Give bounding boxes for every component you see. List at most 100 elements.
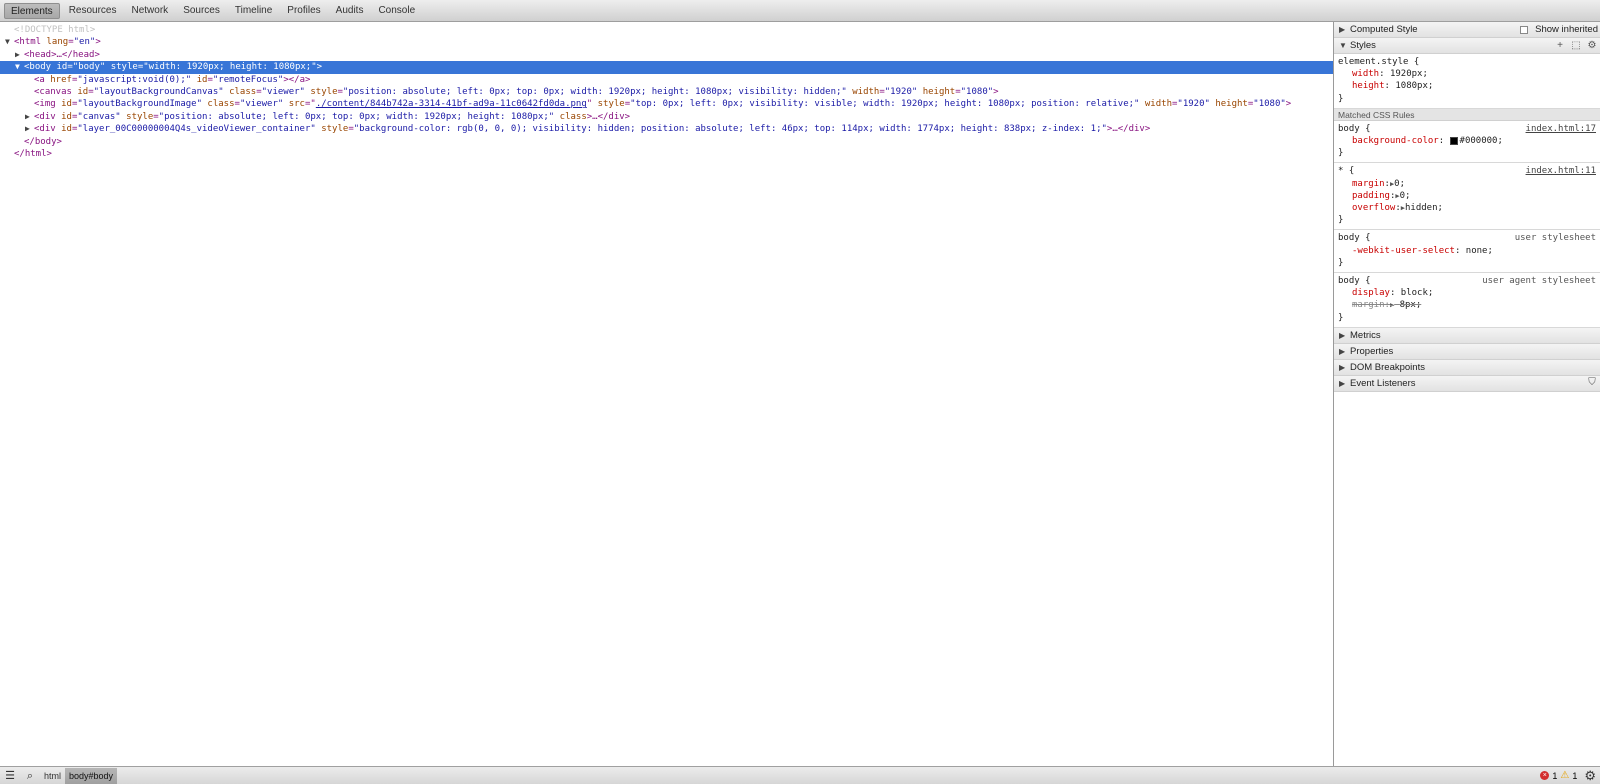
- tree-node-canvas[interactable]: <canvas id="layoutBackgroundCanvas" clas…: [0, 86, 1333, 98]
- show-inherited-checkbox[interactable]: [1520, 25, 1529, 34]
- property-value: 0;: [1394, 178, 1405, 189]
- dock-toggle-icon[interactable]: ☰: [0, 768, 20, 784]
- attr-value: "top: 0px; left: 0px; visibility: visibl…: [630, 99, 1140, 110]
- body-rule[interactable]: body { index.html:17 background-color: #…: [1334, 121, 1600, 164]
- img-tag: <img: [34, 99, 56, 110]
- expand-triangle-icon[interactable]: ▼: [5, 36, 13, 48]
- collapse-triangle-icon: ▶: [1339, 25, 1346, 34]
- attr-value: "viewer": [239, 99, 284, 110]
- rule-close: }: [1338, 148, 1344, 159]
- attr-name: style: [126, 111, 154, 122]
- img-src-link[interactable]: ./content/844b742a-3314-41bf-ad9a-11c064…: [316, 99, 587, 109]
- breadcrumb-body[interactable]: body#body: [65, 767, 118, 784]
- show-inherited-label: Show inherited: [1535, 24, 1598, 35]
- properties-header[interactable]: ▶ Properties: [1334, 343, 1600, 360]
- error-icon[interactable]: ×: [1540, 771, 1550, 780]
- status-bar: ☰ ⌕ html body#body × 1 ⚠ 1 ⚙: [0, 766, 1600, 784]
- tree-node-head[interactable]: ▶ <head>…</head>: [0, 49, 1333, 61]
- attr-name: src: [288, 99, 305, 110]
- pane-title-label: Computed Style: [1350, 24, 1418, 35]
- div-tag: <div: [34, 111, 56, 122]
- doctype-text: <!DOCTYPE html>: [14, 25, 96, 35]
- element-style-rule[interactable]: element.style { width: 1920px; height: 1…: [1334, 54, 1600, 109]
- attr-name: height: [1215, 99, 1248, 110]
- tree-node-img[interactable]: <img id="layoutBackgroundImage" class="v…: [0, 98, 1333, 110]
- attr-name: class: [207, 99, 235, 110]
- universal-rule[interactable]: * { index.html:11 margin:▶0; padding:▶0;…: [1334, 163, 1600, 231]
- attr-value: "1080": [960, 86, 994, 97]
- collapse-triangle-icon: ▶: [1339, 362, 1346, 372]
- attr-name: class: [559, 111, 587, 122]
- gear-icon[interactable]: ⚙: [1586, 40, 1598, 52]
- property-name: display: [1352, 288, 1390, 299]
- html-tag: <html: [14, 37, 42, 48]
- div-close-tag: >…</div>: [586, 111, 631, 122]
- rule-source-label: user agent stylesheet: [1482, 276, 1596, 287]
- styles-header[interactable]: ▼ Styles + ⬚ ⚙: [1334, 38, 1600, 54]
- tab-elements[interactable]: Elements: [4, 2, 60, 19]
- tree-node-body[interactable]: ▼ <body id="body" style="width: 1920px; …: [0, 61, 1333, 74]
- warning-count[interactable]: 1: [1572, 771, 1577, 781]
- css-property[interactable]: -webkit-user-select: none;: [1338, 245, 1600, 257]
- tab-resources[interactable]: Resources: [63, 3, 123, 19]
- user-agent-rule[interactable]: body { user agent stylesheet display: bl…: [1334, 273, 1600, 328]
- css-property[interactable]: height: 1080px;: [1338, 80, 1600, 92]
- rule-close: }: [1338, 312, 1344, 323]
- tab-network[interactable]: Network: [126, 3, 175, 19]
- tree-node-html[interactable]: ▼ <html lang="en">: [0, 36, 1333, 48]
- css-property[interactable]: display: block;: [1338, 287, 1600, 299]
- collapse-triangle-icon[interactable]: ▶: [25, 111, 33, 123]
- color-swatch[interactable]: [1449, 136, 1458, 145]
- error-count[interactable]: 1: [1552, 771, 1557, 781]
- dom-breakpoints-header[interactable]: ▶ DOM Breakpoints: [1334, 359, 1600, 376]
- attr-value: "body": [72, 62, 106, 73]
- tree-node-doctype[interactable]: <!DOCTYPE html>: [0, 24, 1333, 36]
- user-stylesheet-rule[interactable]: body { user stylesheet -webkit-user-sele…: [1334, 230, 1600, 274]
- attr-name: id: [61, 99, 72, 110]
- css-property[interactable]: overflow:▶hidden;: [1338, 202, 1600, 214]
- css-property[interactable]: margin:▶0;: [1338, 178, 1600, 190]
- property-value: 8px;: [1399, 300, 1422, 311]
- attr-name: width: [852, 86, 880, 97]
- property-name: margin: [1352, 178, 1385, 189]
- toggle-state-icon[interactable]: ⬚: [1570, 40, 1582, 52]
- rule-source-link[interactable]: index.html:11: [1526, 165, 1596, 177]
- metrics-header[interactable]: ▶ Metrics: [1334, 327, 1600, 344]
- a-tag: <a: [34, 74, 45, 85]
- breadcrumb-html[interactable]: html: [40, 768, 65, 784]
- tree-node-a[interactable]: <a href="javascript:void(0);" id="remote…: [0, 74, 1333, 86]
- body-tag: <body: [24, 62, 52, 73]
- settings-gear-icon[interactable]: ⚙: [1584, 768, 1596, 784]
- css-property-overridden[interactable]: margin:▶ 8px;: [1338, 299, 1600, 311]
- tree-node-div-videoviewer[interactable]: ▶ <div id="layer_00C00000004Q4s_videoVie…: [0, 123, 1333, 135]
- tab-console[interactable]: Console: [372, 3, 421, 19]
- tab-audits[interactable]: Audits: [330, 3, 370, 19]
- css-property[interactable]: background-color: #000000;: [1338, 135, 1600, 147]
- expand-triangle-icon[interactable]: ▼: [15, 61, 23, 73]
- tree-node-html-close[interactable]: </html>: [0, 148, 1333, 160]
- property-name: -webkit-user-select: [1352, 245, 1455, 256]
- tab-sources[interactable]: Sources: [177, 3, 226, 19]
- event-listeners-header[interactable]: ▶ Event Listeners ⛉: [1334, 375, 1600, 392]
- filter-icon[interactable]: ⛉: [1586, 377, 1598, 389]
- add-rule-icon[interactable]: +: [1554, 40, 1566, 52]
- css-property[interactable]: padding:▶0;: [1338, 190, 1600, 202]
- collapse-triangle-icon[interactable]: ▶: [25, 123, 33, 135]
- attr-value: "layoutBackgroundImage": [77, 99, 202, 110]
- tab-profiles[interactable]: Profiles: [281, 3, 326, 19]
- expand-triangle-icon[interactable]: ▶: [1390, 301, 1394, 309]
- collapse-triangle-icon[interactable]: ▶: [15, 49, 23, 61]
- attr-value: "position: absolute; left: 0px; top: 0px…: [158, 111, 555, 122]
- computed-style-header[interactable]: ▶ Computed Style Show inherited: [1334, 22, 1600, 38]
- tree-node-body-close[interactable]: </body>: [0, 136, 1333, 148]
- property-value: hidden;: [1405, 203, 1443, 214]
- tree-node-div-canvas[interactable]: ▶ <div id="canvas" style="position: abso…: [0, 111, 1333, 123]
- search-icon[interactable]: ⌕: [20, 768, 40, 784]
- collapse-triangle-icon: ▶: [1339, 378, 1346, 388]
- rule-source-link[interactable]: index.html:17: [1526, 123, 1596, 135]
- attr-value: "1080": [1253, 99, 1286, 110]
- tab-timeline[interactable]: Timeline: [229, 3, 278, 19]
- warning-icon[interactable]: ⚠: [1560, 770, 1569, 781]
- css-property[interactable]: width: 1920px;: [1338, 68, 1600, 80]
- elements-tree: <!DOCTYPE html> ▼ <html lang="en"> ▶ <he…: [0, 22, 1333, 766]
